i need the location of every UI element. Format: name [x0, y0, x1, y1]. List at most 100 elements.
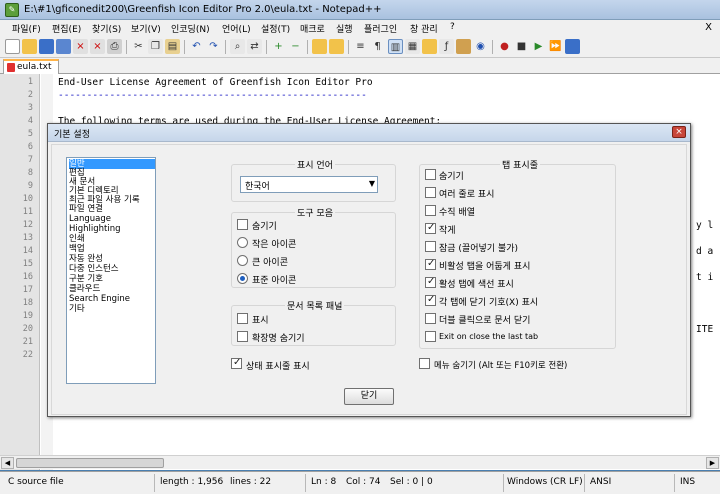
- scroll-left-icon[interactable]: ◀: [1, 457, 14, 469]
- find-icon[interactable]: ⌕: [230, 39, 245, 54]
- indent-guide-icon[interactable]: ▥: [388, 39, 403, 54]
- line-number: 17: [22, 285, 33, 295]
- menu-help[interactable]: ?: [450, 22, 455, 32]
- language-select-value: 한국어: [245, 182, 270, 192]
- tab-option-label: 수직 배열: [439, 208, 475, 218]
- tab-option-label: 잠금 (끌어넣기 불가): [439, 244, 518, 254]
- category-item[interactable]: 백업: [69, 244, 85, 254]
- doclist-show-checkbox[interactable]: [237, 313, 248, 324]
- tab-option-checkbox[interactable]: [425, 169, 436, 180]
- close-file-icon[interactable]: ×: [73, 39, 88, 54]
- new-file-icon[interactable]: [5, 39, 20, 54]
- menu-window[interactable]: 창 관리: [410, 22, 438, 35]
- zoom-out-icon[interactable]: −: [288, 39, 303, 54]
- toolbar-hide-checkbox[interactable]: [237, 219, 248, 230]
- menu-macro[interactable]: 매크로: [300, 22, 325, 35]
- category-item[interactable]: 파일 연결: [69, 204, 103, 214]
- tab-option-checkbox[interactable]: [425, 187, 436, 198]
- scroll-right-icon[interactable]: ▶: [706, 457, 719, 469]
- monitoring-icon[interactable]: ◉: [473, 39, 488, 54]
- dialog-title: 기본 설정: [54, 130, 90, 140]
- tab-option-checkbox[interactable]: [425, 331, 436, 342]
- menu-settings[interactable]: 설정(T): [261, 22, 290, 35]
- category-item[interactable]: Search Engine: [69, 294, 130, 304]
- menu-plugins[interactable]: 플러그인: [364, 22, 397, 35]
- category-item[interactable]: 자동 완성: [69, 254, 103, 264]
- run-macro-multiple-icon[interactable]: ⏩: [548, 39, 563, 54]
- category-item[interactable]: 인쇄: [69, 234, 85, 244]
- category-item[interactable]: 기타: [69, 304, 85, 314]
- line-number: 10: [22, 194, 33, 204]
- doc-map-icon[interactable]: [422, 39, 437, 54]
- doclist-hide-ext-checkbox[interactable]: [237, 331, 248, 342]
- tab-option-checkbox[interactable]: [425, 276, 436, 288]
- toolbar-separator: [225, 40, 226, 54]
- undo-icon[interactable]: ↶: [189, 39, 204, 54]
- tab-option-checkbox[interactable]: [425, 313, 436, 324]
- horizontal-scrollbar[interactable]: ◀ ▶: [0, 455, 720, 469]
- category-item[interactable]: Language: [69, 214, 111, 224]
- language-group-title: 표시 언어: [295, 158, 335, 171]
- close-all-icon[interactable]: ×: [90, 39, 105, 54]
- menu-search[interactable]: 찾기(S): [92, 22, 121, 35]
- line-number: 18: [22, 298, 33, 308]
- copy-icon[interactable]: ❐: [148, 39, 163, 54]
- paste-icon[interactable]: ▤: [165, 39, 180, 54]
- cut-icon[interactable]: ✂: [131, 39, 146, 54]
- big-icons-radio[interactable]: [237, 255, 248, 266]
- scroll-thumb[interactable]: [16, 458, 164, 468]
- status-eol: Windows (CR LF): [507, 477, 583, 487]
- standard-icons-radio[interactable]: [237, 273, 248, 284]
- menu-view[interactable]: 보기(V): [131, 22, 161, 35]
- stop-macro-icon[interactable]: ■: [514, 39, 529, 54]
- category-item[interactable]: 클라우드: [69, 284, 100, 294]
- sync-horizontal-icon[interactable]: [329, 39, 344, 54]
- tab-option-checkbox[interactable]: [425, 205, 436, 216]
- menu-edit[interactable]: 편집(E): [52, 22, 81, 35]
- word-wrap-icon[interactable]: ≡: [353, 39, 368, 54]
- small-icons-radio[interactable]: [237, 237, 248, 248]
- line-number: 13: [22, 233, 33, 243]
- tab-option-checkbox[interactable]: [425, 241, 436, 252]
- menu-language[interactable]: 언어(L): [222, 22, 251, 35]
- tab-eula[interactable]: eula.txt: [3, 59, 59, 74]
- dialog-close-icon[interactable]: ×: [672, 126, 686, 138]
- hide-menu-checkbox[interactable]: [419, 358, 430, 369]
- sync-vertical-icon[interactable]: [312, 39, 327, 54]
- folder-as-workspace-icon[interactable]: [456, 39, 471, 54]
- category-list[interactable]: 일반 편집 새 문서 기본 디렉토리 최근 파일 사용 기록 파일 연결 Lan…: [66, 157, 156, 384]
- save-macro-icon[interactable]: [565, 39, 580, 54]
- status-encoding: ANSI: [590, 477, 612, 487]
- save-icon[interactable]: [39, 39, 54, 54]
- status-lines: lines : 22: [230, 477, 272, 487]
- redo-icon[interactable]: ↷: [206, 39, 221, 54]
- category-item[interactable]: Highlighting: [69, 224, 121, 234]
- save-all-icon[interactable]: [56, 39, 71, 54]
- show-all-chars-icon[interactable]: ¶: [370, 39, 385, 54]
- doclist-show-label: 표시: [252, 316, 269, 326]
- open-file-icon[interactable]: [22, 39, 37, 54]
- tab-option-checkbox[interactable]: [425, 294, 436, 306]
- tab-option-checkbox[interactable]: [425, 222, 436, 234]
- menu-encoding[interactable]: 인코딩(N): [171, 22, 210, 35]
- status-divider: [305, 474, 306, 492]
- function-list-icon[interactable]: ƒ: [439, 39, 454, 54]
- play-macro-icon[interactable]: ▶: [531, 39, 546, 54]
- record-macro-icon[interactable]: ●: [497, 39, 512, 54]
- menu-run[interactable]: 실행: [336, 22, 353, 35]
- hide-menu-label: 메뉴 숨기기 (Alt 또는 F10키로 전환): [434, 361, 568, 371]
- language-select[interactable]: 한국어 ▼: [240, 176, 378, 193]
- print-icon[interactable]: ⎙: [107, 39, 122, 54]
- replace-icon[interactable]: ⇄: [247, 39, 262, 54]
- close-document-icon[interactable]: X: [705, 22, 712, 33]
- zoom-in-icon[interactable]: +: [271, 39, 286, 54]
- close-button[interactable]: 닫기: [344, 388, 394, 405]
- tab-option-checkbox[interactable]: [425, 258, 436, 270]
- tab-option-label: 활성 탭에 색선 표시: [439, 280, 514, 290]
- show-statusbar-checkbox[interactable]: [231, 357, 242, 369]
- category-item[interactable]: 다중 인스턴스: [69, 264, 119, 274]
- udl-icon[interactable]: ▦: [405, 39, 420, 54]
- menu-file[interactable]: 파일(F): [12, 22, 41, 35]
- line-number: 22: [22, 350, 33, 360]
- category-item[interactable]: 구분 기호: [69, 274, 103, 284]
